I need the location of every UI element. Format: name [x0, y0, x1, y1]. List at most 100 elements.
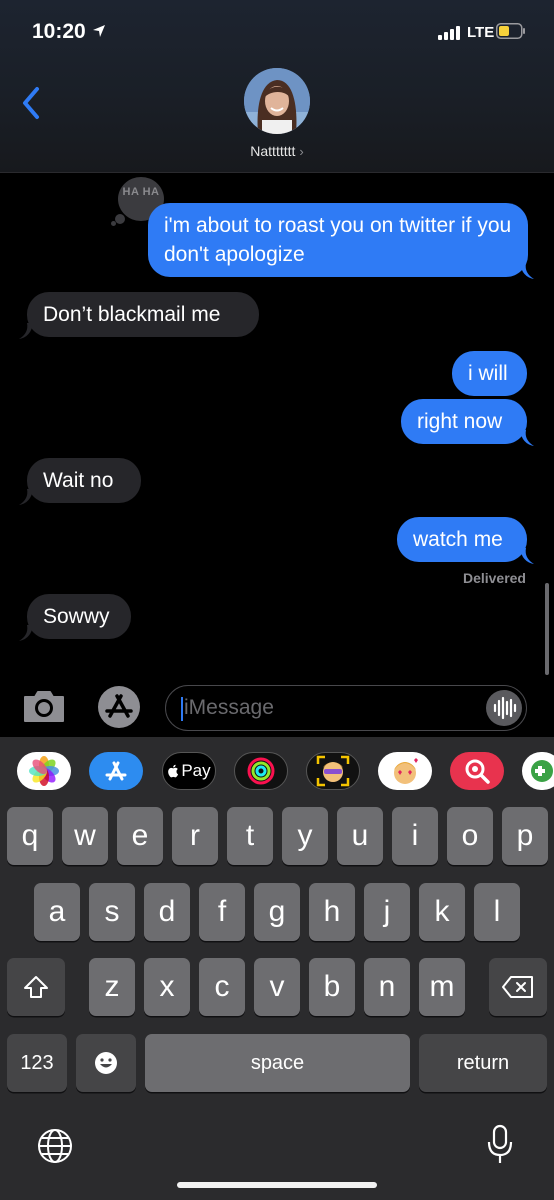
key-f[interactable]: f: [199, 883, 245, 941]
bubble-tail: [19, 323, 33, 339]
key-x[interactable]: x: [144, 958, 190, 1016]
numbers-key-label: 123: [20, 1051, 54, 1074]
apple-pay-app-icon[interactable]: Pay: [162, 752, 216, 790]
key-m[interactable]: m: [419, 958, 465, 1016]
app-store-apps-icon[interactable]: [94, 684, 144, 730]
key-g[interactable]: g: [254, 883, 300, 941]
bubble-tail: [19, 489, 33, 505]
shift-icon: [24, 976, 48, 998]
input-placeholder: iMessage: [184, 696, 274, 719]
memoji-app-icon[interactable]: [306, 752, 360, 790]
key-u[interactable]: u: [337, 807, 383, 865]
key-k[interactable]: k: [419, 883, 465, 941]
bubble-tail: [19, 625, 33, 641]
bubble-tail: [520, 548, 534, 564]
game-app-icon[interactable]: [522, 752, 554, 790]
return-key-label: return: [456, 1051, 510, 1074]
activity-app-icon[interactable]: [234, 752, 288, 790]
network-type: LTE: [467, 24, 495, 41]
key-q[interactable]: q: [7, 807, 53, 865]
space-key[interactable]: space: [145, 1034, 410, 1092]
images-search-app-icon[interactable]: [450, 752, 504, 790]
memoji-icon: [316, 755, 350, 787]
numbers-key[interactable]: 123: [7, 1034, 67, 1092]
return-key[interactable]: return: [419, 1034, 547, 1092]
key-v[interactable]: v: [254, 958, 300, 1016]
key-o[interactable]: o: [447, 807, 493, 865]
key-y[interactable]: y: [282, 807, 328, 865]
key-s[interactable]: s: [89, 883, 135, 941]
app-store-icon: [105, 761, 127, 781]
key-t[interactable]: t: [227, 807, 273, 865]
bubble-tail: [520, 430, 534, 446]
delete-backspace-icon: [502, 976, 533, 998]
key-p[interactable]: p: [502, 807, 548, 865]
key-c[interactable]: c: [199, 958, 245, 1016]
key-a[interactable]: a: [34, 883, 80, 941]
key-w[interactable]: w: [62, 807, 108, 865]
location-arrow-icon: [93, 25, 105, 37]
message-text: i will: [468, 362, 508, 385]
contact-avatar[interactable]: [244, 68, 310, 134]
message-bubble-received[interactable]: Sowwy: [27, 594, 131, 639]
memoji-stickers-app-icon[interactable]: [378, 752, 432, 790]
key-h[interactable]: h: [309, 883, 355, 941]
text-cursor: [181, 697, 183, 721]
message-bubble-sent[interactable]: watch me: [397, 517, 527, 562]
contact-name-label: Nattttttt: [250, 143, 296, 159]
memoji-stickers-icon: [394, 758, 418, 784]
avatar-photo: [244, 68, 310, 134]
message-text: Don’t blackmail me: [43, 303, 221, 326]
scroll-indicator[interactable]: [545, 583, 549, 675]
emoji-key[interactable]: [76, 1034, 136, 1092]
message-bubble-received[interactable]: Wait no: [27, 458, 141, 503]
audio-message-button[interactable]: [486, 690, 522, 726]
key-i[interactable]: i: [392, 807, 438, 865]
tapback-tail: [115, 214, 125, 224]
home-indicator[interactable]: [177, 1182, 377, 1188]
key-j[interactable]: j: [364, 883, 410, 941]
contact-name[interactable]: Nattttttt ›: [0, 143, 554, 159]
message-bubble-sent[interactable]: i'm about to roast you on twitter if you…: [148, 203, 528, 277]
message-text: Sowwy: [43, 605, 110, 628]
bubble-tail: [520, 263, 534, 279]
delivered-status: Delivered: [462, 570, 526, 586]
key-d[interactable]: d: [144, 883, 190, 941]
key-z[interactable]: z: [89, 958, 135, 1016]
message-bubble-sent[interactable]: right now: [401, 399, 527, 444]
message-text: i'm about to roast you on twitter if you…: [164, 214, 512, 266]
contact-chevron-icon: ›: [299, 144, 304, 159]
imessage-input[interactable]: iMessage: [165, 685, 527, 731]
shift-key[interactable]: [7, 958, 65, 1016]
apple-pay-label: Pay: [181, 761, 211, 780]
message-text: watch me: [413, 528, 503, 551]
game-icon: [531, 760, 553, 782]
activity-rings-icon: [247, 757, 275, 785]
message-text: Wait no: [43, 469, 114, 492]
signal-bars-icon: [438, 26, 462, 40]
apple-logo-icon: [168, 764, 179, 778]
key-l[interactable]: l: [474, 883, 520, 941]
microphone-icon[interactable]: [486, 1124, 514, 1166]
key-n[interactable]: n: [364, 958, 410, 1016]
camera-icon[interactable]: [22, 688, 66, 724]
waveform-icon: [493, 696, 517, 720]
tapback-label: HA HA: [122, 186, 160, 198]
battery-icon: [496, 23, 525, 39]
key-r[interactable]: r: [172, 807, 218, 865]
message-text: right now: [417, 410, 503, 433]
back-chevron-icon[interactable]: [20, 86, 42, 120]
message-bubble-received[interactable]: Don’t blackmail me: [27, 292, 259, 337]
key-e[interactable]: e: [117, 807, 163, 865]
message-bubble-sent[interactable]: i will: [452, 351, 527, 396]
photos-icon: [29, 756, 59, 786]
app-store-app-icon[interactable]: [89, 752, 143, 790]
images-search-icon: [465, 759, 490, 784]
conversation-header: 10:20 LTE Nattttttt ›: [0, 0, 554, 173]
photos-app-icon[interactable]: [17, 752, 71, 790]
space-key-label: space: [250, 1051, 305, 1074]
key-b[interactable]: b: [309, 958, 355, 1016]
delete-key[interactable]: [489, 958, 547, 1016]
globe-icon[interactable]: [36, 1127, 74, 1165]
emoji-smiley-icon: [95, 1052, 117, 1074]
